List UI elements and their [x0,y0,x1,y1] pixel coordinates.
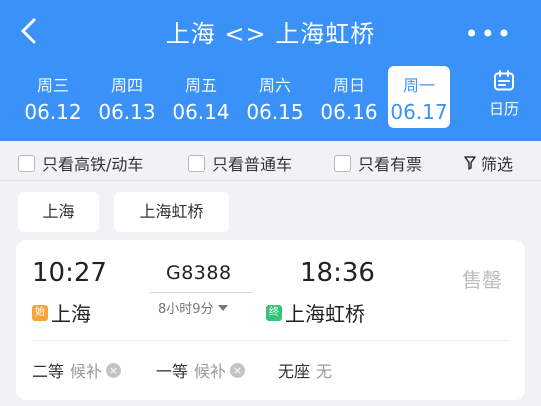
arrival-station: 终 上海虹桥 [266,298,365,327]
seat-no-seat[interactable]: 无座 无 [278,358,332,382]
route-title: 上海 <> 上海虹桥 [165,20,376,48]
seat-first-class[interactable]: 一等 候补 × [156,358,246,382]
chip-shanghai-hongqiao[interactable]: 上海虹桥 [114,192,229,232]
seat-availability: 无 [316,362,333,381]
train-card[interactable]: 10:27 G8388 8小时9分 18:36 售罄 始 上海 终 上海虹桥 二… [16,240,525,400]
seat-class: 一等 [156,362,189,381]
arrival-station-name: 上海虹桥 [285,302,365,326]
date-value: 06.15 [246,100,304,124]
date-value: 06.14 [172,100,230,124]
divider [32,340,509,341]
chip-shanghai[interactable]: 上海 [18,192,99,232]
date-weekday: 周三 [36,76,69,95]
end-tag-icon: 终 [266,304,282,321]
filter-bar: 只看高铁/动车 只看普通车 只看有票 筛选 [0,141,541,181]
seat-availability: 候补 [70,362,103,381]
more-options-icon[interactable]: ••• [465,20,513,48]
start-tag-icon: 始 [32,304,48,321]
date-tab-0612[interactable]: 周三 06.12 [16,66,90,128]
caret-down-icon [217,304,228,311]
date-tab-0616[interactable]: 周日 06.16 [312,66,386,128]
checkbox-box [334,154,351,172]
close-circle-icon: × [230,362,246,378]
date-weekday: 周五 [184,76,217,95]
available-only-checkbox[interactable]: 只看有票 [334,151,422,175]
date-value: 06.12 [24,100,82,124]
duration-text: 8小时9分 [158,302,214,317]
filter-button[interactable]: 筛选 [464,151,513,175]
date-value: 06.16 [320,100,378,124]
departure-time: 10:27 [32,258,107,288]
high-speed-only-checkbox[interactable]: 只看高铁/动车 [18,151,143,175]
date-selector: 周三 06.12 周四 06.13 周五 06.14 周六 06.15 周日 0… [16,66,450,128]
regular-only-checkbox[interactable]: 只看普通车 [188,151,292,175]
seat-class: 二等 [32,362,65,381]
date-tab-0613[interactable]: 周四 06.13 [90,66,164,128]
seat-class: 无座 [278,362,311,381]
departure-station: 始 上海 [32,298,91,327]
header-bar: 上海 <> 上海虹桥 ••• 周三 06.12 周四 06.13 周五 06.1… [0,0,541,141]
calendar-icon [494,70,514,91]
date-weekday: 周一 [402,76,435,95]
calendar-button[interactable]: 日历 [480,70,528,119]
route-line [150,292,252,293]
checkbox-box [18,154,35,172]
close-circle-icon: × [106,362,122,378]
trip-duration[interactable]: 8小时9分 [158,298,228,317]
regular-only-label: 只看普通车 [212,155,293,174]
train-number: G8388 [166,262,232,284]
date-weekday: 周日 [332,76,365,95]
filter-label: 筛选 [481,155,514,174]
departure-station-name: 上海 [51,302,91,326]
calendar-label: 日历 [488,100,519,118]
date-value: 06.17 [390,100,448,124]
date-tab-0614[interactable]: 周五 06.14 [164,66,238,128]
seat-second-class[interactable]: 二等 候补 × [32,358,122,382]
date-tab-0615[interactable]: 周六 06.15 [238,66,312,128]
date-tab-0617-selected[interactable]: 周一 06.17 [388,66,450,128]
funnel-icon [464,156,476,170]
date-weekday: 周六 [258,76,291,95]
seat-availability: 候补 [194,362,227,381]
checkbox-box [188,154,205,172]
available-only-label: 只看有票 [358,155,423,174]
date-value: 06.13 [98,100,156,124]
date-weekday: 周四 [110,76,143,95]
sold-out-status: 售罄 [462,268,502,292]
high-speed-only-label: 只看高铁/动车 [42,155,144,174]
arrival-time: 18:36 [300,258,375,288]
